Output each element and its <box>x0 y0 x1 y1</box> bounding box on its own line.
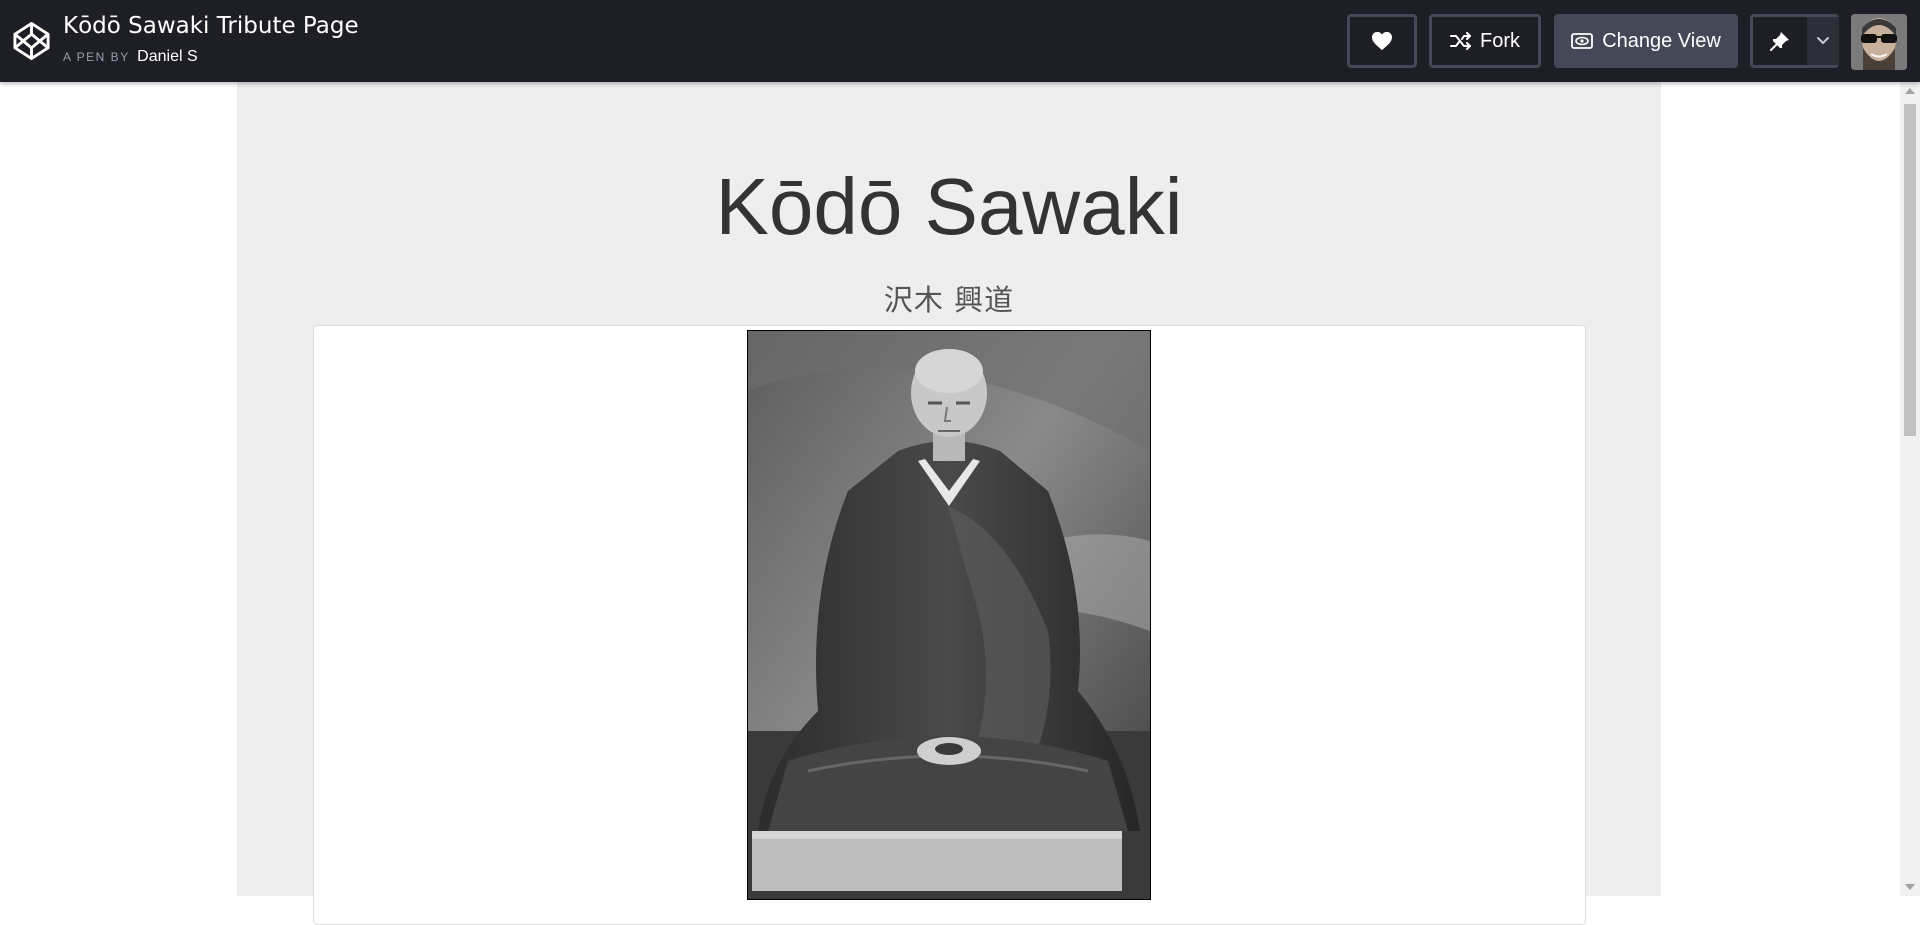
author-link[interactable]: Daniel S <box>137 48 197 65</box>
sawaki-portrait-image <box>747 330 1151 900</box>
like-button[interactable] <box>1347 14 1417 68</box>
chevron-down-icon <box>1817 37 1829 45</box>
arrow-down-icon <box>1905 884 1915 890</box>
codepen-logo-icon[interactable] <box>12 20 51 62</box>
avatar-image <box>1851 14 1907 70</box>
change-view-label: Change View <box>1602 29 1721 52</box>
fork-icon <box>1450 32 1471 50</box>
scrollbar-thumb[interactable] <box>1904 104 1916 436</box>
portrait-illustration <box>748 331 1150 899</box>
page-scrollbar[interactable] <box>1900 82 1920 896</box>
pin-button[interactable] <box>1753 17 1807 65</box>
pin-icon <box>1770 32 1789 51</box>
heart-icon <box>1372 31 1392 51</box>
change-view-button[interactable]: Change View <box>1554 14 1738 68</box>
arrow-up-icon <box>1905 88 1915 94</box>
fork-label: Fork <box>1480 29 1520 52</box>
eye-icon <box>1571 33 1594 49</box>
fork-button[interactable]: Fork <box>1429 14 1541 68</box>
user-avatar[interactable] <box>1851 14 1907 70</box>
pen-by-label: A PEN BY <box>63 50 130 64</box>
codepen-header: Kōdō Sawaki Tribute Page A PEN BY Daniel… <box>0 0 1920 82</box>
scroll-down-arrow[interactable] <box>1900 880 1920 894</box>
pen-byline: A PEN BY Daniel S <box>63 48 198 66</box>
pin-dropdown-button[interactable] <box>1807 17 1839 65</box>
page-subtitle: 沢木 興道 <box>883 283 1015 317</box>
tribute-main: Kōdō Sawaki 沢木 興道 <box>237 82 1661 925</box>
pen-title: Kōdō Sawaki Tribute Page <box>63 13 359 39</box>
page-title: Kōdō Sawaki <box>715 162 1183 251</box>
pin-button-group <box>1750 14 1839 68</box>
scroll-up-arrow[interactable] <box>1900 84 1920 98</box>
